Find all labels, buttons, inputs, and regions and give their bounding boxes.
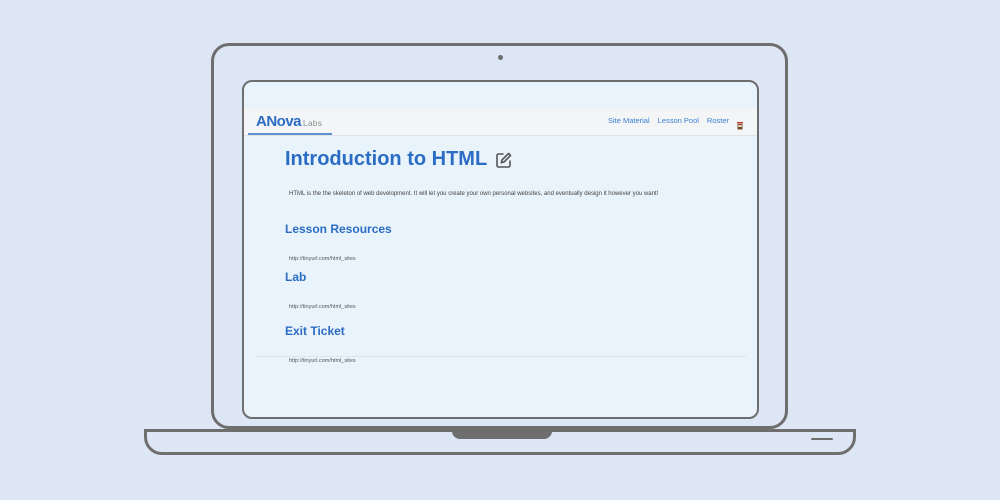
- section-link[interactable]: http://tinyurl.com/html_sites: [289, 256, 356, 262]
- nav-links: Site Material Lesson Pool Roster: [608, 116, 743, 130]
- brand-name: ANova: [256, 112, 302, 130]
- section-link[interactable]: http://tinyurl.com/html_sites: [289, 358, 356, 364]
- brand-subtitle: Labs: [303, 118, 323, 128]
- intro-text: HTML is the the skeleton of web developm…: [289, 191, 659, 197]
- brand-logo[interactable]: ANova Labs: [248, 109, 332, 135]
- section-title: Exit Ticket: [285, 324, 345, 338]
- camera-dot: [498, 55, 503, 60]
- section-title: Lesson Resources: [285, 222, 392, 236]
- laptop-screen: ANova Labs Site Material Lesson Pool Ros…: [242, 80, 759, 419]
- nav-link-roster[interactable]: Roster: [707, 116, 729, 125]
- edit-icon[interactable]: [495, 151, 513, 169]
- navbar: ANova Labs Site Material Lesson Pool Ros…: [244, 109, 757, 136]
- section-exit-ticket: Exit Ticket http://tinyurl.com/html_site…: [285, 324, 356, 367]
- divider: [256, 356, 746, 357]
- cup-icon[interactable]: [737, 117, 743, 130]
- laptop-base: [144, 429, 856, 455]
- page-title: Introduction to HTML: [285, 148, 488, 170]
- nav-link-lesson-pool[interactable]: Lesson Pool: [658, 116, 699, 125]
- section-lesson-resources: Lesson Resources http://tinyurl.com/html…: [285, 222, 392, 265]
- laptop-base-mark: [811, 438, 833, 440]
- section-title: Lab: [285, 270, 307, 284]
- laptop-notch: [452, 429, 552, 439]
- nav-link-site-material[interactable]: Site Material: [608, 116, 650, 125]
- main-content: Introduction to HTML HTML is the the ske…: [285, 148, 705, 199]
- section-lab: Lab http://tinyurl.com/html_sites: [285, 270, 356, 313]
- section-link[interactable]: http://tinyurl.com/html_sites: [289, 304, 356, 310]
- page-title-row: Introduction to HTML: [285, 148, 705, 171]
